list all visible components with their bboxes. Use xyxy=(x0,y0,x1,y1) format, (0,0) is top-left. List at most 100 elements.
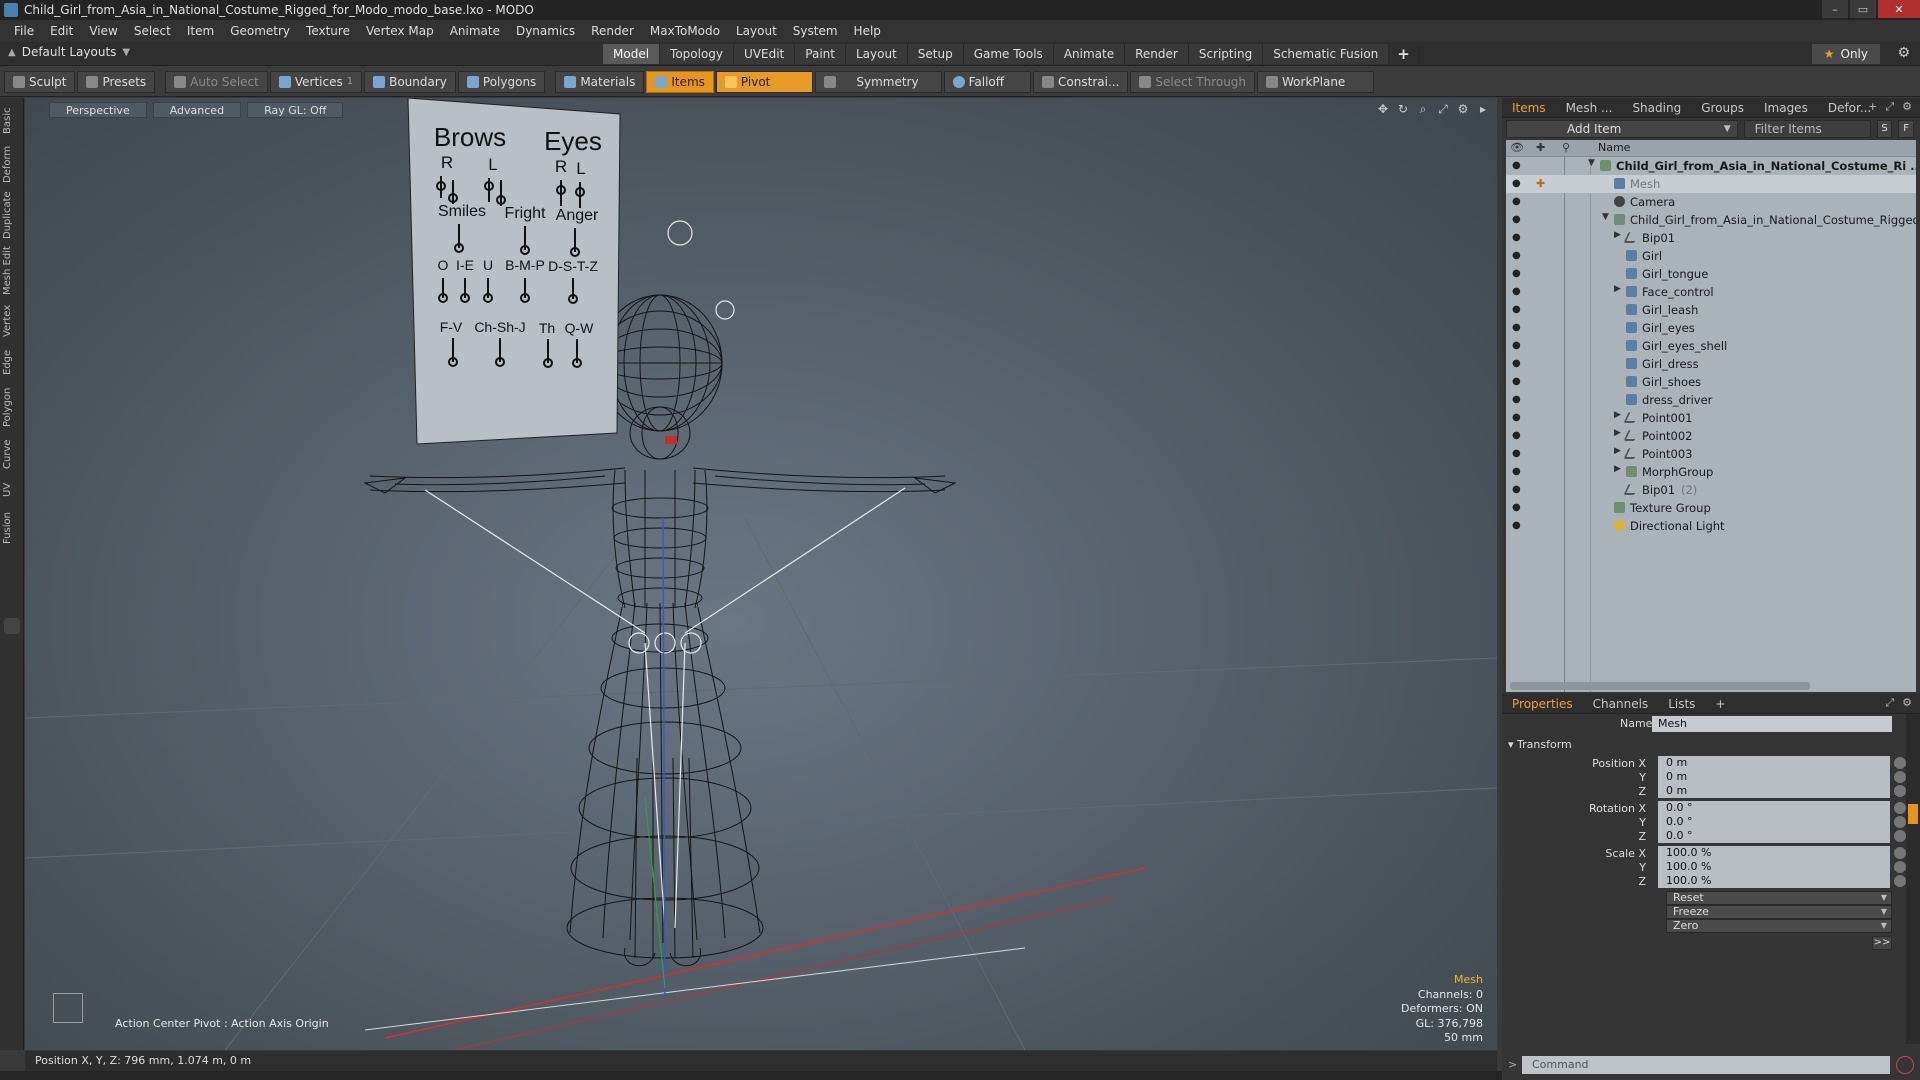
tab-layout[interactable]: Layout xyxy=(845,44,908,64)
properties-gear-icon[interactable]: ⚙ xyxy=(1902,696,1912,710)
tab-render[interactable]: Render xyxy=(1125,44,1189,64)
tree-row[interactable]: ● ▶ MorphGroup xyxy=(1506,463,1916,481)
tab-channels[interactable]: Channels xyxy=(1583,697,1659,711)
eye-icon[interactable]: ● xyxy=(1512,484,1524,496)
tab-shading[interactable]: Shading xyxy=(1622,101,1691,115)
expand-toggle-icon[interactable]: ▶ xyxy=(1614,230,1621,240)
fit-icon[interactable]: ⤢ xyxy=(1437,102,1449,117)
menu-layout[interactable]: Layout xyxy=(728,24,785,38)
strip-toggle-button[interactable] xyxy=(4,618,20,634)
freeze-dropdown[interactable]: Freeze ▼ xyxy=(1666,905,1892,919)
properties-expand-icon[interactable]: ⤢ xyxy=(1885,696,1894,710)
keyframe-icon[interactable] xyxy=(1894,757,1906,769)
rotation-z-field[interactable]: 0.0 ° xyxy=(1658,829,1890,843)
tree-scrollbar[interactable] xyxy=(1510,682,1810,690)
panel-expand-icon[interactable]: ⤢ xyxy=(1885,100,1894,114)
tab-deform[interactable]: Deform xyxy=(2,144,22,184)
eye-icon[interactable]: ● xyxy=(1512,520,1524,532)
eye-icon[interactable]: ● xyxy=(1512,304,1524,316)
tree-row[interactable]: ● dress_driver xyxy=(1506,391,1916,409)
tab-lists[interactable]: Lists xyxy=(1658,697,1705,711)
position-x-field[interactable]: 0 m xyxy=(1658,756,1890,770)
tab-polygon[interactable]: Polygon xyxy=(2,384,22,430)
expand-toggle-icon[interactable]: ▼ xyxy=(1588,158,1595,168)
tree-row[interactable]: ● Girl_tongue xyxy=(1506,265,1916,283)
tree-row[interactable]: ● ▼ Child_Girl_from_Asia_in_National_Costu… xyxy=(1506,211,1916,229)
add-tab-button[interactable]: + xyxy=(1389,44,1419,64)
tree-row[interactable]: ● ▶ Point003 xyxy=(1506,445,1916,463)
menu-render[interactable]: Render xyxy=(583,24,642,38)
close-button[interactable]: ✕ xyxy=(1878,0,1920,18)
tree-row[interactable]: ● ✚ Mesh xyxy=(1506,175,1916,193)
eye-icon[interactable]: ● xyxy=(1512,376,1524,388)
eye-icon[interactable]: ● xyxy=(1512,322,1524,334)
eye-icon[interactable]: ● xyxy=(1512,214,1524,226)
keyframe-icon[interactable] xyxy=(1894,771,1906,783)
default-layouts-dropdown[interactable]: ▲ Default Layouts ▼ xyxy=(8,45,130,59)
expand-toggle-icon[interactable]: ▶ xyxy=(1614,410,1621,420)
lock-column-icon[interactable]: ✚ xyxy=(1536,141,1548,154)
menu-select[interactable]: Select xyxy=(126,24,179,38)
add-panel-tab-button[interactable]: + xyxy=(1868,100,1877,114)
eye-icon[interactable]: ● xyxy=(1512,178,1524,190)
menu-help[interactable]: Help xyxy=(846,24,889,38)
tree-row[interactable]: ● Camera xyxy=(1506,193,1916,211)
menu-dynamics[interactable]: Dynamics xyxy=(508,24,583,38)
viewport-expand-icon[interactable]: ▸ xyxy=(1477,102,1489,117)
eye-icon[interactable]: ● xyxy=(1512,232,1524,244)
scale-z-field[interactable]: 100.0 % xyxy=(1658,874,1890,888)
reset-dropdown[interactable]: Reset ▼ xyxy=(1666,891,1892,905)
tab-fusion[interactable]: Fusion xyxy=(2,508,22,548)
eye-icon[interactable]: ● xyxy=(1512,286,1524,298)
tab-uv[interactable]: UV xyxy=(2,478,22,502)
items-button[interactable]: Items xyxy=(646,70,714,93)
filter-items-input[interactable]: Filter Items xyxy=(1743,120,1871,138)
workplane-button[interactable]: WorkPlane xyxy=(1257,70,1375,93)
more-button[interactable]: >> xyxy=(1872,936,1892,950)
eye-icon[interactable]: ● xyxy=(1512,358,1524,370)
f-button[interactable]: F xyxy=(1898,120,1915,138)
expand-toggle-icon[interactable]: ▶ xyxy=(1614,428,1621,438)
tab-duplicate[interactable]: Duplicate xyxy=(2,190,22,240)
only-button[interactable]: ★ Only xyxy=(1811,44,1880,64)
rotation-y-field[interactable]: 0.0 ° xyxy=(1658,815,1890,829)
command-input[interactable]: Command xyxy=(1522,1056,1890,1074)
menu-edit[interactable]: Edit xyxy=(42,24,81,38)
gear-icon[interactable]: ⚙ xyxy=(1897,45,1910,61)
falloff-button[interactable]: Falloff xyxy=(943,70,1032,93)
tree-row[interactable]: ● ▶ Bip01 xyxy=(1506,229,1916,247)
keyframe-icon[interactable] xyxy=(1894,830,1906,842)
scale-y-field[interactable]: 100.0 % xyxy=(1658,860,1890,874)
symmetry-button[interactable]: Symmetry xyxy=(815,70,942,93)
position-y-field[interactable]: 0 m xyxy=(1658,770,1890,784)
expand-toggle-icon[interactable]: ▼ xyxy=(1602,212,1609,222)
tab-mesh-edit[interactable]: Mesh Edit xyxy=(2,246,22,296)
tab-setup[interactable]: Setup xyxy=(907,44,964,64)
tab-vertex[interactable]: Vertex xyxy=(2,302,22,340)
expand-toggle-icon[interactable]: ▶ xyxy=(1614,446,1621,456)
tab-animate[interactable]: Animate xyxy=(1053,44,1126,64)
eye-icon[interactable]: ● xyxy=(1512,502,1524,514)
vertices-button[interactable]: Vertices 1 xyxy=(269,70,363,93)
raygl-button[interactable]: Ray GL: Off xyxy=(247,102,344,118)
minimize-button[interactable]: – xyxy=(1822,0,1848,18)
menu-texture[interactable]: Texture xyxy=(298,24,358,38)
tab-mesh[interactable]: Mesh ... xyxy=(1556,101,1623,115)
tab-topology[interactable]: Topology xyxy=(660,44,735,64)
tree-row[interactable]: ● Girl_eyes xyxy=(1506,319,1916,337)
menu-system[interactable]: System xyxy=(785,24,846,38)
eye-icon[interactable]: ● xyxy=(1512,250,1524,262)
zero-dropdown[interactable]: Zero ▼ xyxy=(1666,919,1892,933)
expand-toggle-icon[interactable]: ▶ xyxy=(1614,464,1621,474)
tree-row[interactable]: ● Girl_leash xyxy=(1506,301,1916,319)
perspective-button[interactable]: Perspective xyxy=(49,102,147,118)
eye-icon[interactable]: ● xyxy=(1512,268,1524,280)
add-properties-tab-button[interactable]: + xyxy=(1705,697,1735,711)
polygons-button[interactable]: Polygons xyxy=(457,70,546,93)
pan-icon[interactable]: ✥ xyxy=(1377,102,1389,117)
expand-toggle-icon[interactable]: ▶ xyxy=(1614,284,1621,294)
keyframe-icon[interactable] xyxy=(1894,802,1906,814)
materials-button[interactable]: Materials xyxy=(555,70,645,93)
rotation-x-field[interactable]: 0.0 ° xyxy=(1658,801,1890,815)
tab-scripting[interactable]: Scripting xyxy=(1188,44,1264,64)
